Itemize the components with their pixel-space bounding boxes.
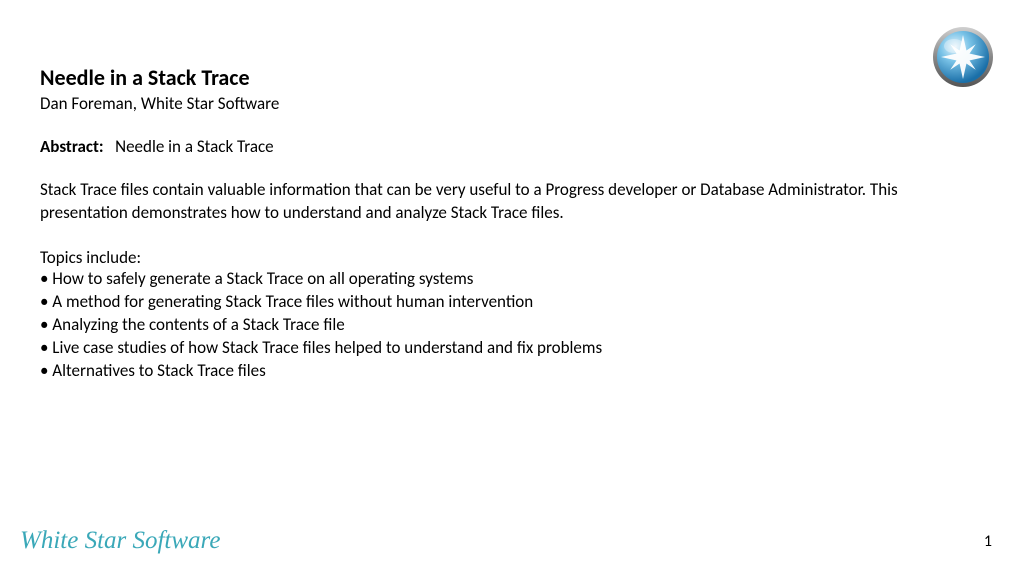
abstract-value (107, 136, 115, 157)
topics-list: • How to safely generate a Stack Trace o… (40, 268, 980, 383)
slide-content: Needle in a Stack Trace Dan Foreman, Whi… (0, 0, 1020, 383)
abstract-line: Abstract: Needle in a Stack Trace (40, 136, 980, 157)
topic-item: • Live case studies of how Stack Trace f… (40, 337, 980, 360)
topic-item: • A method for generating Stack Trace fi… (40, 291, 980, 314)
topic-item: • How to safely generate a Stack Trace o… (40, 268, 980, 291)
abstract-label: Abstract: (40, 136, 104, 157)
topics-heading: Topics include: (40, 247, 980, 268)
page-number: 1 (984, 532, 992, 551)
topic-item: • Alternatives to Stack Trace files (40, 360, 980, 383)
company-logo-icon (932, 26, 994, 88)
footer-company-logo: White Star Software (20, 527, 220, 555)
topic-item: • Analyzing the contents of a Stack Trac… (40, 314, 980, 337)
abstract-text: Needle in a Stack Trace (115, 136, 274, 157)
description-text: Stack Trace files contain valuable infor… (40, 179, 980, 225)
presentation-title: Needle in a Stack Trace (40, 64, 980, 91)
author-line: Dan Foreman, White Star Software (40, 93, 980, 114)
